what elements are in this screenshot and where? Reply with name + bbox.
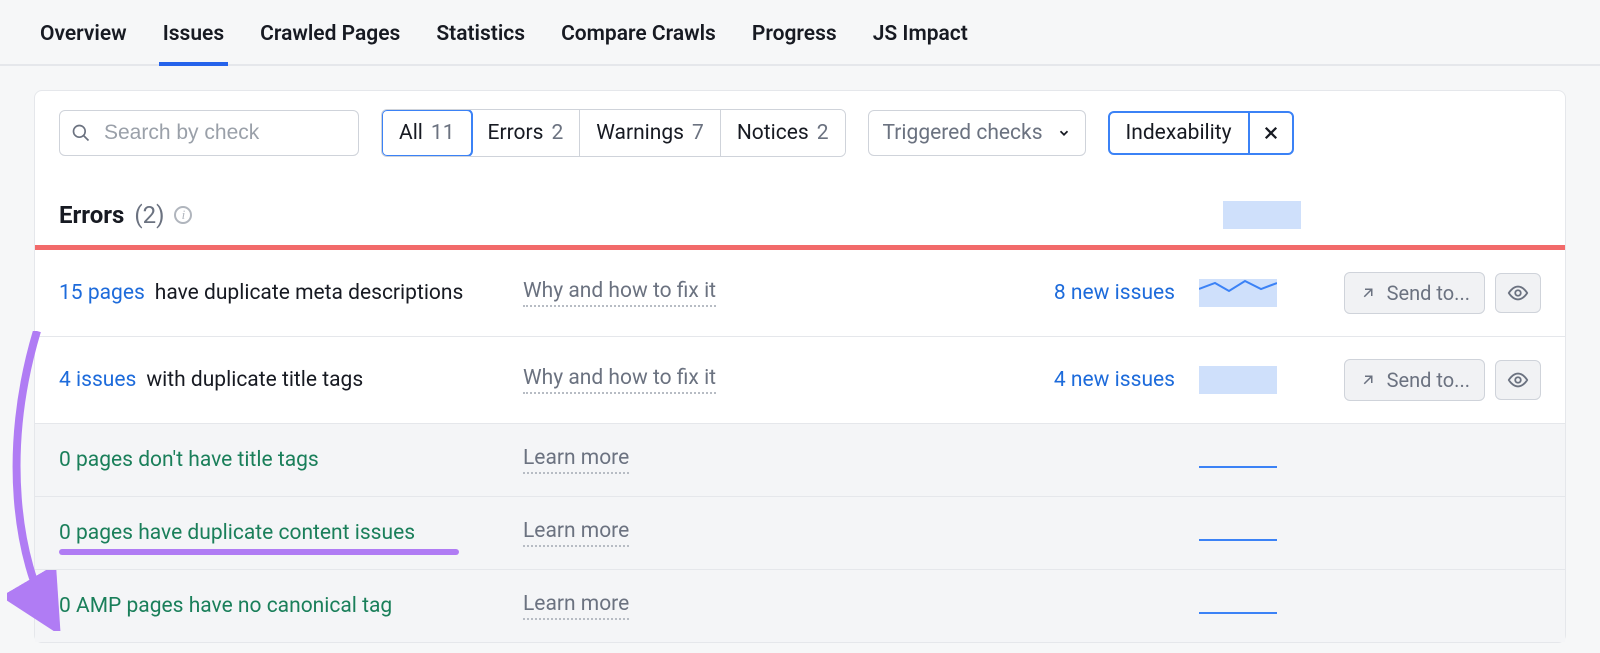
filter-label: All: [399, 121, 423, 145]
issue-text: 0 pages don't have title tags: [59, 448, 499, 472]
issue-text: 0 AMP pages have no canonical tag: [59, 594, 499, 618]
issue-count-link[interactable]: 4 issues: [59, 368, 136, 392]
section-title: Errors: [59, 201, 124, 229]
issue-description: have duplicate meta descriptions: [155, 281, 464, 305]
close-icon: [1262, 124, 1280, 142]
filter-label: Notices: [737, 121, 809, 145]
search-icon: [71, 123, 91, 143]
info-icon[interactable]: i: [174, 206, 192, 224]
issue-row: 4 issues with duplicate title tags Why a…: [35, 337, 1565, 424]
learn-more-link[interactable]: Learn more: [523, 519, 629, 547]
filter-notices[interactable]: Notices 2: [721, 110, 845, 156]
learn-more-link[interactable]: Learn more: [523, 592, 629, 620]
zero-issue-row: 0 AMP pages have no canonical tag Learn …: [35, 570, 1565, 642]
sparkline: [1199, 279, 1277, 307]
chip-remove[interactable]: [1248, 113, 1292, 153]
sparkline: [1199, 366, 1277, 394]
search-wrap: [59, 110, 359, 156]
annotation-underline: [59, 549, 459, 555]
issue-text: 0 pages have duplicate content issues: [59, 521, 499, 545]
toolbar: All 11 Errors 2 Warnings 7 Notices 2 Tri…: [35, 91, 1565, 165]
filter-count: 2: [551, 121, 563, 145]
zero-issue-text: 0 pages don't have title tags: [59, 448, 319, 472]
preview-button[interactable]: [1495, 273, 1541, 313]
category-filter-group: All 11 Errors 2 Warnings 7 Notices 2: [381, 109, 846, 157]
why-and-how-link[interactable]: Why and how to fix it: [523, 279, 716, 307]
filter-errors[interactable]: Errors 2: [472, 110, 581, 156]
zero-issue-row: 0 pages don't have title tags Learn more: [35, 424, 1565, 497]
row-controls: Send to...: [1301, 359, 1541, 401]
zero-issue-text: 0 AMP pages have no canonical tag: [59, 594, 392, 618]
top-tabs: Overview Issues Crawled Pages Statistics…: [0, 0, 1600, 66]
send-to-button[interactable]: Send to...: [1344, 272, 1485, 314]
zero-issue-row: 0 pages have duplicate content issues Le…: [35, 497, 1565, 570]
tab-crawled-pages[interactable]: Crawled Pages: [256, 10, 404, 64]
issue-text: 15 pages have duplicate meta description…: [59, 281, 499, 305]
dropdown-label: Triggered checks: [883, 121, 1043, 145]
filter-label: Warnings: [596, 121, 684, 145]
tab-js-impact[interactable]: JS Impact: [869, 10, 972, 64]
eye-icon: [1507, 282, 1529, 304]
preview-button[interactable]: [1495, 360, 1541, 400]
section-count: (2): [134, 201, 164, 229]
share-arrow-icon: [1359, 284, 1377, 302]
tab-overview[interactable]: Overview: [36, 10, 131, 64]
tab-compare-crawls[interactable]: Compare Crawls: [557, 10, 720, 64]
tab-statistics[interactable]: Statistics: [432, 10, 529, 64]
new-issues-link[interactable]: 4 new issues: [1054, 368, 1175, 392]
filter-warnings[interactable]: Warnings 7: [580, 110, 721, 156]
sparkline: [1199, 446, 1277, 474]
send-to-button[interactable]: Send to...: [1344, 359, 1485, 401]
sparkline: [1199, 519, 1277, 547]
issues-card: All 11 Errors 2 Warnings 7 Notices 2 Tri…: [34, 90, 1566, 643]
learn-more-link[interactable]: Learn more: [523, 446, 629, 474]
row-controls: Send to...: [1301, 272, 1541, 314]
filter-count: 11: [431, 121, 455, 145]
search-input[interactable]: [59, 110, 359, 156]
filter-count: 7: [692, 121, 704, 145]
filter-chip-indexability[interactable]: Indexability: [1108, 111, 1294, 155]
issue-count-link[interactable]: 15 pages: [59, 281, 145, 305]
tab-progress[interactable]: Progress: [748, 10, 841, 64]
send-to-label: Send to...: [1387, 368, 1470, 392]
issue-text: 4 issues with duplicate title tags: [59, 368, 499, 392]
why-and-how-link[interactable]: Why and how to fix it: [523, 366, 716, 394]
section-sparkline: [1223, 201, 1301, 229]
chevron-down-icon: [1057, 126, 1071, 140]
filter-all[interactable]: All 11: [381, 109, 473, 157]
filter-label: Errors: [488, 121, 544, 145]
send-to-label: Send to...: [1387, 281, 1470, 305]
zero-issue-text: 0 pages have duplicate content issues: [59, 521, 415, 545]
issue-description: with duplicate title tags: [146, 368, 363, 392]
new-issues-link[interactable]: 8 new issues: [1054, 281, 1175, 305]
eye-icon: [1507, 369, 1529, 391]
chip-label: Indexability: [1110, 113, 1248, 153]
section-header: Errors (2) i: [35, 165, 1565, 245]
share-arrow-icon: [1359, 371, 1377, 389]
sparkline: [1199, 592, 1277, 620]
tab-issues[interactable]: Issues: [159, 10, 228, 64]
filter-count: 2: [817, 121, 829, 145]
issue-row: 15 pages have duplicate meta description…: [35, 250, 1565, 337]
triggered-checks-dropdown[interactable]: Triggered checks: [868, 110, 1086, 156]
